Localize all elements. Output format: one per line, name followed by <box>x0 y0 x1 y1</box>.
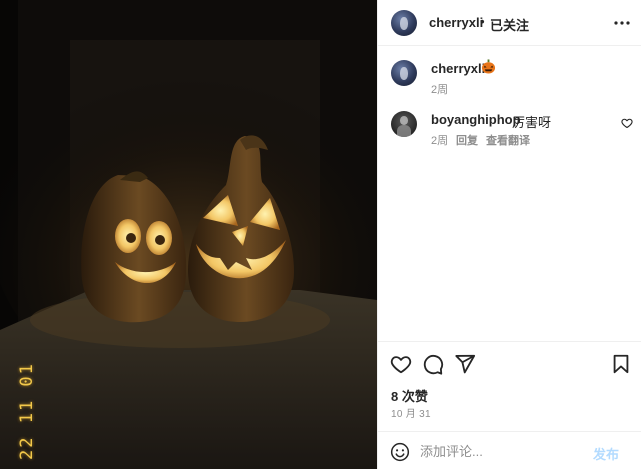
comment-bubble-icon[interactable] <box>422 353 444 375</box>
owner-username[interactable]: cherryxli <box>429 15 483 30</box>
comment-heart-outline-icon[interactable] <box>621 117 633 129</box>
date-stamp: 22 11 01 <box>14 352 40 460</box>
post-comment-button[interactable]: 发布 <box>593 444 619 463</box>
commenter-avatar[interactable] <box>391 111 417 137</box>
comment-translate-button[interactable]: 查看翻译 <box>486 132 530 148</box>
post-photo[interactable]: 22 11 01 <box>0 0 377 469</box>
post-actions: 8 次赞 10 月 31 <box>378 341 641 431</box>
comment-text: 厉害呀 <box>512 115 552 130</box>
jack-o-lantern-emoji-icon <box>481 59 496 74</box>
caption-avatar[interactable] <box>391 60 417 86</box>
paper-plane-icon[interactable] <box>454 353 476 375</box>
smiley-icon[interactable] <box>390 442 410 462</box>
jack-o-lantern-image <box>0 0 377 469</box>
comment-reply-button[interactable]: 回复 <box>456 132 478 148</box>
comment-username[interactable]: boyanghiphop <box>431 112 521 127</box>
date-stamp-text: 22 11 01 <box>17 362 37 460</box>
caption-username[interactable]: cherryxli <box>431 61 485 76</box>
comment-composer: 发布 <box>378 431 641 469</box>
heart-icon[interactable] <box>390 353 412 375</box>
more-horizontal-icon[interactable] <box>613 14 631 32</box>
comment-timestamp[interactable]: 2周 <box>431 132 448 148</box>
comment-input[interactable] <box>420 440 588 462</box>
follow-status-button[interactable]: 已关注 <box>490 15 529 34</box>
owner-avatar[interactable] <box>391 10 417 36</box>
header-separator: • <box>480 14 485 29</box>
likes-count[interactable]: 8 次赞 <box>391 386 428 405</box>
bookmark-icon[interactable] <box>610 353 632 375</box>
caption-timestamp[interactable]: 2周 <box>431 81 448 97</box>
post-date[interactable]: 10 月 31 <box>391 405 431 420</box>
post-details-panel: cherryxli • 已关注 cherryxli 2周 boyanghipho… <box>377 0 641 469</box>
post-header: cherryxli • 已关注 <box>378 0 641 46</box>
